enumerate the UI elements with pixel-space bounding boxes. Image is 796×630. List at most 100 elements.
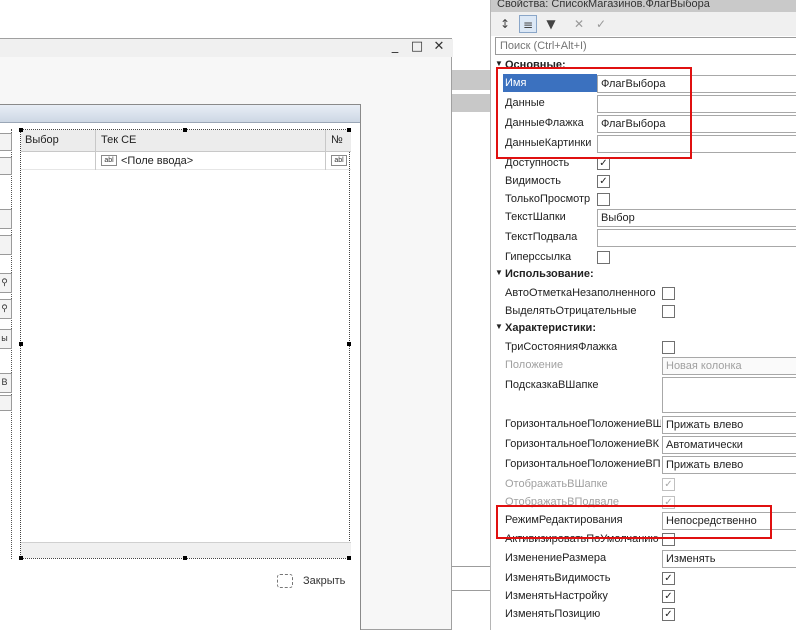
prop-row-edit-mode[interactable]: РежимРедактирования Непосредственно	[491, 511, 796, 531]
column-header-choice[interactable]: Выбор	[25, 134, 59, 146]
prop-row-h-align-header[interactable]: ГоризонтальноеПоложениеВШ Прижать влево	[491, 415, 796, 435]
prop-row-hyperlink[interactable]: Гиперссылка	[491, 248, 796, 268]
prop-row-highlight-negative[interactable]: ВыделятьОтрицательные	[491, 302, 796, 322]
checkbox[interactable]: ✓	[662, 608, 675, 621]
prop-row-header-text[interactable]: ТекстШапки Выбор	[491, 208, 796, 228]
prop-row-activate-default[interactable]: АктивизироватьПоУмолчанию	[491, 530, 796, 550]
prop-row-resize[interactable]: ИзменениеРазмера Изменять	[491, 549, 796, 569]
strip-button[interactable]: ы	[0, 329, 12, 349]
group-main[interactable]: ▼ Основные:	[491, 58, 796, 74]
prop-value-input[interactable]: ФлагВыбора	[597, 75, 796, 93]
prop-value-select[interactable]: Прижать влево	[662, 416, 796, 434]
checkbox[interactable]	[662, 305, 675, 318]
close-button[interactable]: Закрыть	[277, 573, 347, 591]
prop-row-change-visibility[interactable]: ИзменятьВидимость ✓	[491, 569, 796, 589]
prop-label: ТолькоПросмотр	[505, 193, 591, 205]
checkbox[interactable]	[662, 287, 675, 300]
input-field[interactable]	[0, 209, 12, 229]
close-button-icon	[277, 574, 293, 588]
resize-handle[interactable]	[19, 556, 23, 560]
checkbox[interactable]: ✓	[597, 157, 610, 170]
copy-icon[interactable]	[0, 157, 12, 175]
prop-row-h-align-footer[interactable]: ГоризонтальноеПоложениеВП Прижать влево	[491, 455, 796, 475]
resize-handle[interactable]	[347, 342, 351, 346]
collapse-icon[interactable]: ▼	[495, 268, 503, 277]
prop-row-show-in-header[interactable]: ОтображатьВШапке ✓	[491, 475, 796, 495]
prop-row-position[interactable]: Положение Новая колонка	[491, 356, 796, 376]
form-preview-frame: ⚲ ⚲ ы В Выбор Тек СЕ № abl <Поле ввода>	[0, 104, 361, 630]
input-field-placeholder: <Поле ввода>	[121, 155, 194, 167]
check-icon[interactable]: ✓	[592, 15, 610, 33]
prop-value-select[interactable]: Непосредственно	[662, 512, 796, 530]
checkbox[interactable]: ✓	[662, 572, 675, 585]
edit-icon[interactable]	[0, 133, 12, 151]
prop-label: ГоризонтальноеПоложениеВП	[505, 458, 661, 470]
prop-label: РежимРедактирования	[505, 514, 623, 526]
collapse-icon[interactable]: ▼	[495, 59, 503, 68]
prop-label: ИзменятьВидимость	[505, 572, 611, 584]
resize-handle[interactable]	[347, 556, 351, 560]
sort-alpha-icon[interactable]: ↕	[496, 15, 514, 33]
prop-row-change-setting[interactable]: ИзменятьНастройку ✓	[491, 587, 796, 607]
prop-row-readonly[interactable]: ТолькоПросмотр	[491, 190, 796, 210]
checkbox[interactable]	[662, 341, 675, 354]
prop-value-input[interactable]: Выбор	[597, 209, 796, 227]
prop-row-flag-data[interactable]: ДанныеФлажка ФлагВыбора	[491, 114, 796, 134]
prop-row-data[interactable]: Данные	[491, 94, 796, 114]
designer-grey-band	[452, 94, 490, 112]
prop-row-header-hint[interactable]: ПодсказкаВШапке	[491, 376, 796, 414]
prop-value-input[interactable]	[662, 377, 796, 413]
prop-label: Гиперссылка	[505, 251, 572, 263]
prop-row-footer-text[interactable]: ТекстПодвала	[491, 228, 796, 248]
prop-value-input[interactable]	[597, 229, 796, 247]
table-element[interactable]: Выбор Тек СЕ № abl <Поле ввода> abl	[19, 128, 351, 560]
minimize-icon[interactable]: _	[387, 40, 403, 54]
group-usage[interactable]: ▼ Использование:	[491, 267, 796, 283]
group-characteristics[interactable]: ▼ Характеристики:	[491, 321, 796, 337]
prop-value-input[interactable]	[597, 135, 796, 153]
maximize-icon[interactable]: □	[409, 40, 425, 54]
checkbox[interactable]	[597, 193, 610, 206]
divider	[95, 152, 96, 170]
categories-icon[interactable]: ≡	[519, 15, 537, 33]
input-field[interactable]	[0, 235, 12, 255]
prop-row-availability[interactable]: Доступность ✓	[491, 154, 796, 174]
checkbox[interactable]: ✓	[597, 175, 610, 188]
prop-row-show-in-footer[interactable]: ОтображатьВПодвале ✓	[491, 493, 796, 513]
table-row[interactable]: abl <Поле ввода> abl	[21, 152, 351, 170]
resize-handle[interactable]	[19, 342, 23, 346]
prop-row-name[interactable]: Имя ФлагВыбора	[491, 74, 796, 94]
checkbox[interactable]	[662, 533, 675, 546]
abl-icon: abl	[331, 155, 347, 166]
close-icon[interactable]: ✕	[431, 40, 447, 54]
prop-value-input[interactable]: ФлагВыбора	[597, 115, 796, 133]
resize-handle[interactable]	[183, 128, 187, 132]
prop-value-input[interactable]	[597, 95, 796, 113]
search-icon[interactable]: ⚲	[0, 273, 12, 293]
prop-value-select[interactable]: Изменять	[662, 550, 796, 568]
prop-row-h-align-column[interactable]: ГоризонтальноеПоложениеВК Автоматически	[491, 435, 796, 455]
resize-handle[interactable]	[183, 556, 187, 560]
prop-row-three-state[interactable]: ТриСостоянияФлажка	[491, 338, 796, 358]
divider	[452, 590, 490, 591]
checkbox[interactable]: ✓	[662, 590, 675, 603]
column-header-current-se[interactable]: Тек СЕ	[101, 134, 136, 146]
prop-value-select[interactable]: Прижать влево	[662, 456, 796, 474]
cancel-icon[interactable]: ✕	[570, 15, 588, 33]
resize-handle[interactable]	[19, 128, 23, 132]
prop-row-picture-data[interactable]: ДанныеКартинки	[491, 134, 796, 154]
search-icon[interactable]: ⚲	[0, 299, 12, 319]
prop-value-select[interactable]: Автоматически	[662, 436, 796, 454]
prop-row-change-position[interactable]: ИзменятьПозицию ✓	[491, 605, 796, 625]
prop-row-auto-mark[interactable]: АвтоОтметкаНезаполненного	[491, 284, 796, 304]
prop-label: ГоризонтальноеПоложениеВК	[505, 438, 660, 450]
checkbox[interactable]	[597, 251, 610, 264]
collapse-icon[interactable]: ▼	[495, 322, 503, 331]
filter-icon[interactable]: ▼	[542, 15, 560, 33]
column-header-number[interactable]: №	[331, 134, 343, 146]
search-input[interactable]	[495, 37, 796, 55]
prop-row-visibility[interactable]: Видимость ✓	[491, 172, 796, 192]
left-toolbar-strip: ⚲ ⚲ ы В	[0, 129, 12, 559]
table-header: Выбор Тек СЕ №	[21, 130, 351, 152]
resize-handle[interactable]	[347, 128, 351, 132]
